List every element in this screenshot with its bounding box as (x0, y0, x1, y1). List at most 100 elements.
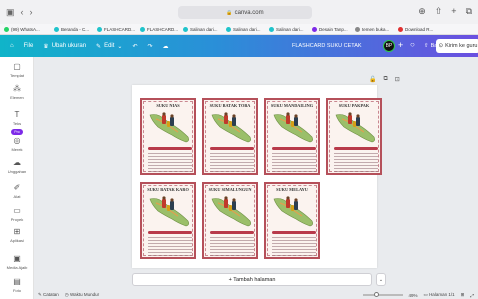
new-tab-icon[interactable]: + (451, 6, 456, 17)
add-collaborator-icon[interactable]: + (398, 40, 403, 50)
address-bar[interactable]: 🔒 canva.com (178, 6, 312, 19)
resize-button[interactable]: ♛ Ubah ukuran (43, 43, 86, 50)
grid-view-icon[interactable]: ⊞ (461, 292, 465, 298)
card-body-text (272, 153, 316, 174)
undo-icon[interactable]: ↶ (132, 43, 137, 50)
add-page-icon[interactable]: ⊡ (395, 76, 400, 83)
tab-strip: (99) WhatsA... Beranda - C... FLASHCARD...… (0, 24, 478, 35)
card-caption-bar (334, 147, 378, 150)
duplicate-page-icon[interactable]: ⧉ (383, 76, 387, 83)
timer-label: Waktu Mundur (69, 292, 100, 297)
send-to-teacher-button[interactable]: ⊙ Kirim ke guru (436, 39, 478, 53)
sumatra-map-illustration (211, 112, 251, 143)
add-page-button[interactable]: + Tambah halaman (132, 273, 372, 286)
pages-label: Halaman (429, 292, 448, 297)
sidebar-item-label: Media Ajaib (6, 265, 28, 270)
tab-favicon-icon (226, 26, 231, 32)
sidebar-item-label: Alat (13, 194, 21, 199)
tab-label: Salinan dari... (233, 26, 261, 32)
lock-page-icon[interactable]: 🔓 (369, 76, 376, 83)
add-page-options-button[interactable]: ⌄ (376, 273, 386, 286)
card-body-text (334, 153, 378, 174)
browser-tab[interactable]: Salinan dari... (222, 26, 265, 32)
upload-icon: ☁ (13, 157, 21, 167)
magic-media-icon: ▣ (13, 253, 21, 263)
card-title: SUKU SIMALUNGUN (208, 187, 252, 192)
sidebar-item-label: Unggahan (7, 169, 27, 174)
fullscreen-icon[interactable]: ⤢ (470, 293, 474, 298)
send-label: Kirim ke guru (445, 43, 478, 49)
design-page[interactable]: SUKU NIAS SUKU BATAK TOBA SUKU MANDAILING S… (132, 85, 382, 268)
card-caption-bar (272, 147, 316, 150)
browser-tab[interactable]: (99) WhatsA... (0, 26, 50, 32)
template-icon: ▢ (13, 61, 21, 71)
zoom-slider-knob[interactable] (374, 292, 380, 297)
browser-tab[interactable]: Desain Tanp... (308, 26, 351, 32)
elements-icon: ⁂ (13, 83, 21, 93)
zoom-value[interactable]: 49% (409, 293, 418, 298)
sidebar-item-draw[interactable]: ✐ Alat (0, 182, 34, 200)
sidebar-item-photo[interactable]: ▤ Foto (0, 276, 34, 294)
sidebar-item-elements[interactable]: ⁂ Elemen (0, 83, 34, 101)
sumatra-map-illustration (335, 112, 375, 143)
left-sidebar: ▢ Templat ⁂ Elemen T Teks Pro ◎ Merek ☁ Unggahan ✐ A… (0, 57, 34, 299)
flashcard[interactable]: SUKU MANDAILING (264, 98, 320, 175)
chevron-down-icon: ⌄ (117, 43, 123, 50)
flashcard[interactable]: SUKU NIAS (140, 98, 196, 175)
document-title[interactable]: FLASHCARD SUKU CETAK (292, 43, 362, 49)
tab-favicon-icon (97, 26, 102, 32)
browser-chrome: ▣ ‹ › 🔒 canva.com ⊕ ⇧ + ⧉ (0, 0, 478, 24)
tab-label: Desain Tanp... (319, 26, 348, 32)
tab-label: Download R... (405, 26, 434, 32)
comment-icon[interactable]: ○ (410, 40, 415, 49)
tab-label: Beranda - C... (61, 26, 90, 32)
browser-tab[interactable]: FLASHCARD... (136, 26, 179, 32)
card-caption-bar (210, 231, 254, 234)
cloud-saved-icon[interactable]: ☁ (163, 43, 169, 50)
sidebar-item-label: Proyek (10, 217, 24, 222)
browser-tab[interactable]: Download R... (394, 26, 437, 32)
photo-icon: ▤ (13, 276, 21, 286)
send-icon: ⊙ (438, 43, 444, 49)
browser-tab[interactable]: FLASHCARD... (93, 26, 136, 32)
sidebar-item-text[interactable]: T Teks (0, 109, 34, 127)
flashcard[interactable]: SUKU PAKPAK (326, 98, 382, 175)
card-body-text (148, 153, 192, 174)
back-icon[interactable]: ‹ (21, 7, 24, 17)
flashcard[interactable]: SUKU MELAYU (264, 182, 320, 259)
resize-label: Ubah ukuran (51, 43, 87, 49)
sumatra-map-illustration (149, 112, 189, 143)
forward-icon[interactable]: › (30, 7, 33, 17)
browser-tab[interactable]: temen buka... (351, 26, 394, 32)
browser-tab[interactable]: Beranda - C... (50, 26, 93, 32)
sidebar-toggle-icon[interactable]: ▣ (6, 7, 15, 18)
tab-label: Salinan dari... (276, 26, 304, 32)
sidebar-item-magic-media[interactable]: ▣ Media Ajaib (0, 253, 34, 271)
sidebar-item-template[interactable]: ▢ Templat (0, 61, 34, 79)
sidebar-item-apps[interactable]: ⊞ Aplikasi (0, 226, 34, 244)
card-body-text (210, 237, 254, 258)
avatar[interactable]: BP (383, 40, 395, 52)
browser-tab[interactable]: Salinan dari... (179, 26, 222, 32)
sidebar-item-folder[interactable]: ▭ Proyek (0, 205, 34, 223)
browser-actions: ⊕ ⇧ + ⧉ (418, 6, 472, 17)
file-menu[interactable]: File (24, 43, 34, 49)
timer-button[interactable]: ◷ Waktu Mundur (65, 292, 99, 298)
redo-icon[interactable]: ↷ (147, 43, 152, 50)
flashcard[interactable]: SUKU SIMALUNGUN (202, 182, 258, 259)
edit-menu[interactable]: ✎ Edit ⌄ (96, 43, 122, 50)
home-icon[interactable]: ⌂ (10, 43, 14, 49)
sidebar-item-upload[interactable]: ☁ Unggahan (0, 157, 34, 175)
download-icon[interactable]: ⊕ (418, 6, 426, 17)
share-icon[interactable]: ⇧ (435, 6, 443, 17)
flashcard[interactable]: SUKU BATAK TOBA (202, 98, 258, 175)
sidebar-item-label: Aplikasi (10, 238, 24, 243)
browser-tab[interactable]: Salinan dari... (265, 26, 308, 32)
notes-button[interactable]: ✎ Catatan (38, 292, 59, 298)
brand-icon: ◎ (13, 135, 21, 145)
zoom-slider[interactable] (362, 292, 403, 297)
flashcard[interactable]: SUKU BATAK KARO (140, 182, 196, 259)
sidebar-item-brand[interactable]: Pro ◎ Merek (0, 129, 34, 152)
tabs-overview-icon[interactable]: ⧉ (466, 6, 472, 17)
pages-button[interactable]: ▭ Halaman 1/1 (424, 292, 455, 298)
